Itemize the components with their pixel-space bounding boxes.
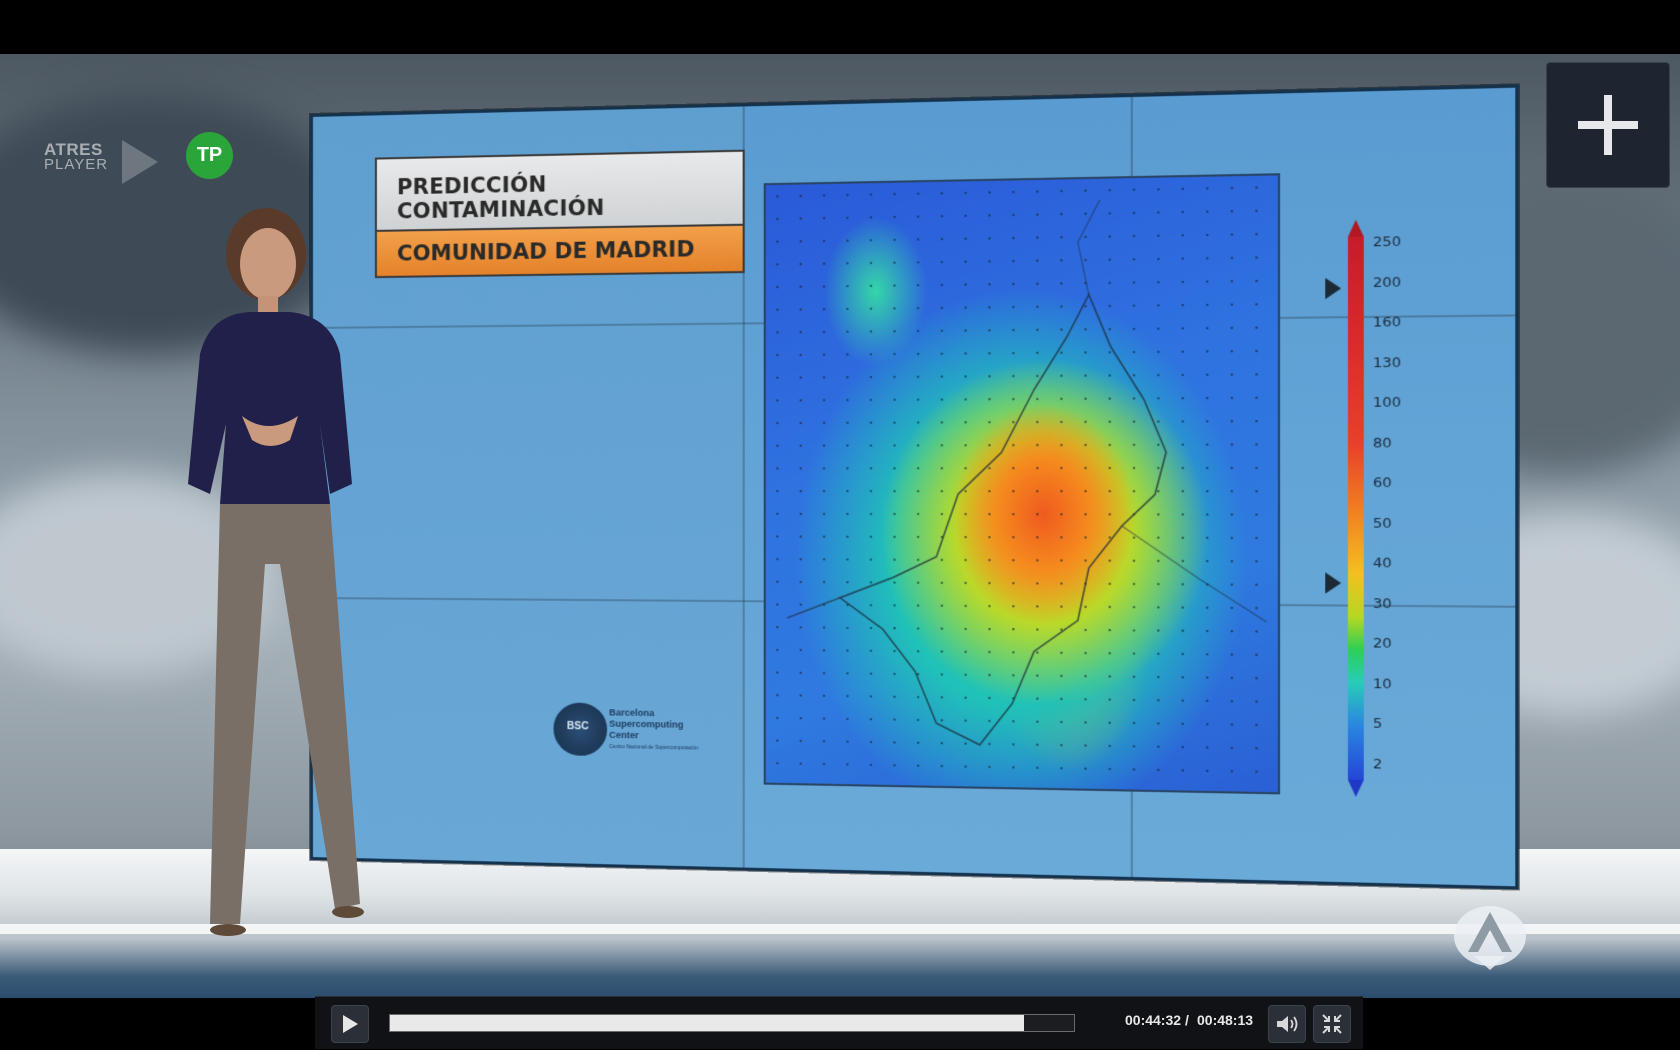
scale-label: 30 bbox=[1372, 595, 1392, 612]
plus-icon bbox=[1578, 95, 1638, 155]
play-icon bbox=[343, 1015, 358, 1033]
presenter bbox=[188, 208, 364, 936]
scale-label: 50 bbox=[1372, 515, 1392, 532]
atres-logo-line2: PLAYER bbox=[44, 156, 109, 173]
tp-channel-badge: TP bbox=[186, 132, 233, 179]
total-duration: 00:48:13 bbox=[1197, 1012, 1254, 1028]
madrid-region-border bbox=[766, 175, 1278, 792]
scale-label: 200 bbox=[1372, 274, 1402, 291]
scale-label: 2 bbox=[1372, 756, 1383, 773]
bsc-logo: BSC Barcelona Supercomputing Center Cent… bbox=[553, 702, 731, 757]
scale-label: 40 bbox=[1372, 555, 1392, 572]
scale-label: 80 bbox=[1372, 435, 1392, 452]
play-button[interactable] bbox=[331, 1005, 369, 1043]
scale-top-arrow bbox=[1347, 219, 1364, 238]
volume-button[interactable] bbox=[1268, 1005, 1306, 1043]
scale-label: 100 bbox=[1372, 394, 1402, 412]
scale-label: 10 bbox=[1372, 675, 1392, 693]
bsc-logo-subtitle: Centro Nacional de Supercomputación bbox=[609, 743, 699, 752]
scale-labels: 250 200 160 130 100 80 60 50 40 30 20 10 5 2 bbox=[1332, 219, 1423, 772]
exit-fullscreen-button[interactable] bbox=[1313, 1005, 1351, 1043]
time-separator: / bbox=[1185, 1012, 1189, 1028]
current-time: 00:44:32 bbox=[1125, 1012, 1182, 1028]
progress-bar-fill bbox=[390, 1015, 1024, 1031]
exit-fullscreen-icon bbox=[1322, 1014, 1342, 1034]
volume-icon bbox=[1277, 1016, 1298, 1032]
bsc-logo-name-line: Center bbox=[609, 729, 639, 741]
scale-gradient-bar bbox=[1347, 236, 1364, 780]
scale-bottom-arrow bbox=[1347, 779, 1364, 798]
atres-player-logo: ATRES PLAYER bbox=[44, 140, 164, 184]
forecast-region: COMUNIDAD DE MADRID bbox=[374, 223, 745, 279]
scale-label: 60 bbox=[1372, 475, 1392, 492]
video-frame[interactable]: PREDICCIÓN CONTAMINACIÓN COMUNIDAD DE MA… bbox=[0, 54, 1680, 998]
pollution-color-scale: 250 200 160 130 100 80 60 50 40 30 20 10 5 2 bbox=[1325, 219, 1423, 798]
bsc-logo-name: Barcelona Supercomputing Center bbox=[609, 707, 683, 742]
forecast-title: PREDICCIÓN CONTAMINACIÓN bbox=[374, 149, 745, 230]
bsc-logo-initials: BSC bbox=[566, 720, 589, 733]
scale-label: 20 bbox=[1372, 635, 1392, 652]
plus-button[interactable] bbox=[1546, 62, 1670, 188]
progress-bar-remaining bbox=[1023, 1015, 1074, 1031]
weather-video-wall: PREDICCIÓN CONTAMINACIÓN COMUNIDAD DE MA… bbox=[310, 84, 1519, 890]
scale-marker-40 bbox=[1325, 572, 1342, 594]
antena3-logo bbox=[1454, 906, 1526, 970]
pollution-heatmap bbox=[763, 173, 1281, 795]
scale-label: 250 bbox=[1372, 234, 1402, 251]
scale-label: 160 bbox=[1372, 314, 1402, 331]
scale-label: 5 bbox=[1372, 715, 1383, 733]
progress-bar[interactable] bbox=[389, 1014, 1075, 1032]
atres-logo-triangle-icon bbox=[122, 140, 158, 184]
bsc-logo-icon: BSC bbox=[553, 702, 608, 757]
forecast-title-box: PREDICCIÓN CONTAMINACIÓN COMUNIDAD DE MA… bbox=[374, 149, 745, 279]
scale-marker-200 bbox=[1325, 277, 1342, 300]
player-control-bar: 00:44:32 / 00:48:13 bbox=[315, 996, 1363, 1049]
scale-label: 130 bbox=[1372, 354, 1402, 371]
